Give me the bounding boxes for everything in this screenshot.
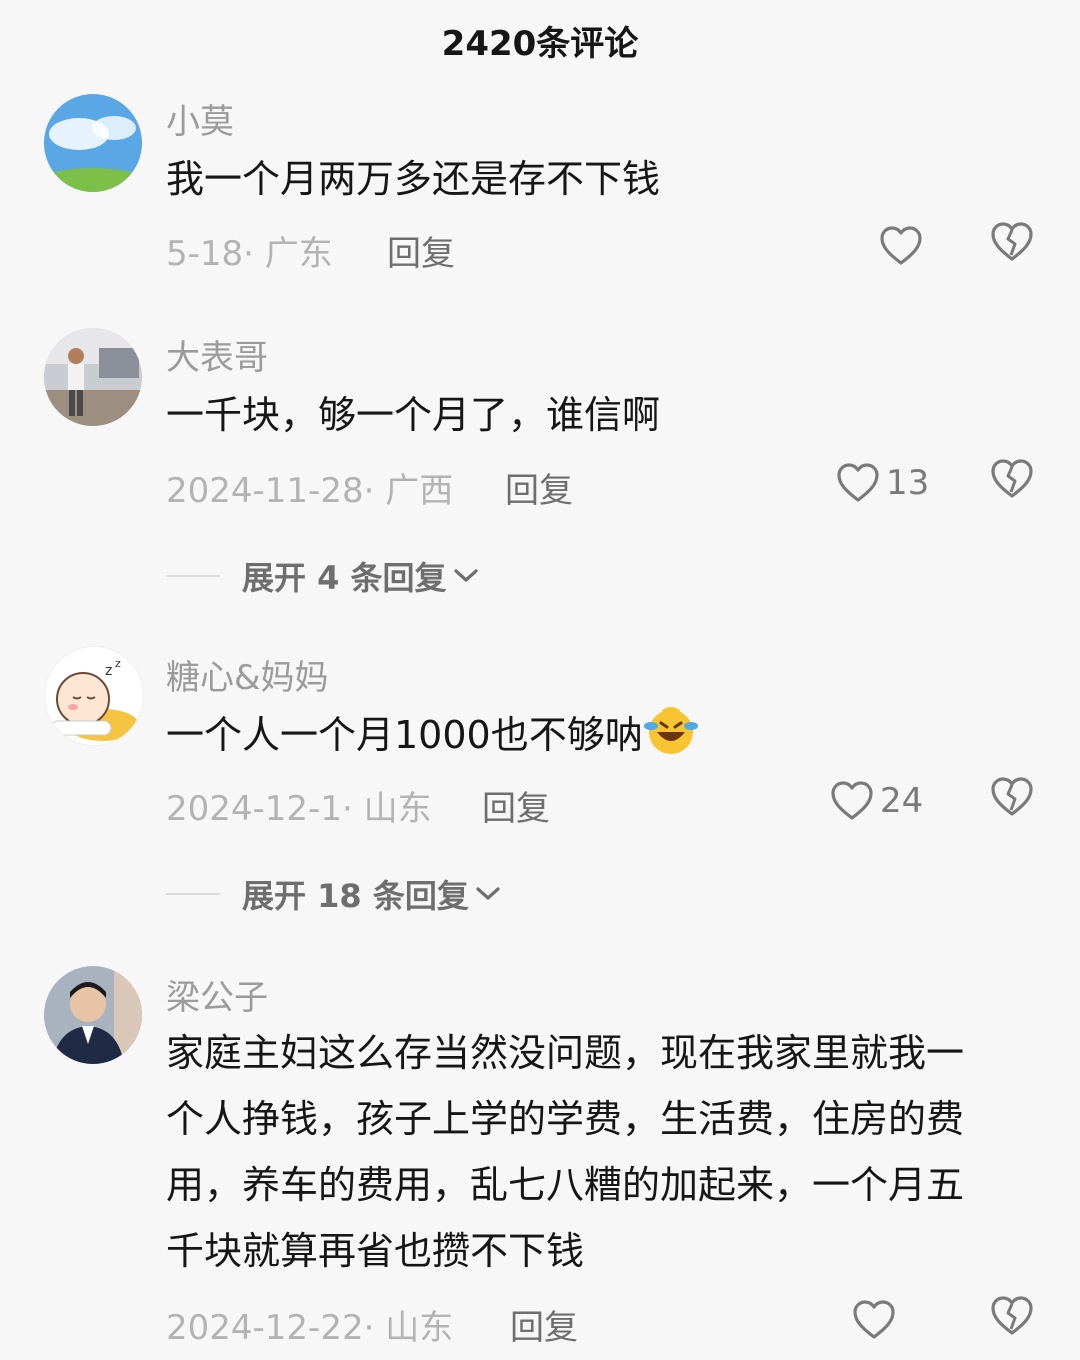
reply-button[interactable]: 回复 (482, 781, 550, 830)
heart-outline-icon (831, 781, 873, 820)
comment-meta: 2024-11-28· 广西 (166, 471, 454, 511)
avatar[interactable] (44, 94, 142, 192)
broken-heart-icon (991, 777, 1033, 816)
comment-text: 家庭主妇这么存当然没问题，现在我家里就我一个人挣钱，孩子上学的学费，生活费，住房… (166, 1031, 965, 1273)
heart-outline-icon (837, 463, 879, 502)
broken-heart-icon (991, 459, 1033, 498)
broken-heart-icon (991, 222, 1033, 261)
comment-meta: 2024-12-22· 山东 (166, 1308, 454, 1348)
divider (166, 893, 220, 895)
divider (166, 575, 220, 577)
comment-count-title: 2420条评论 (441, 24, 639, 64)
expand-replies-button[interactable]: 展开 4 条回复 (166, 554, 481, 598)
reply-button[interactable]: 回复 (510, 1300, 578, 1349)
heart-outline-icon (880, 226, 922, 265)
comment-author[interactable]: 梁公子 (166, 970, 268, 1019)
dislike-button[interactable] (990, 777, 1034, 821)
svg-text:z: z (105, 663, 112, 679)
heart-outline-icon (853, 1300, 895, 1339)
expand-replies-button[interactable]: 展开 18 条回复 (166, 872, 503, 916)
comment-author[interactable]: 大表哥 (166, 330, 268, 379)
svg-text:z: z (115, 657, 121, 670)
comment-author[interactable]: 糖心&妈妈 (166, 650, 329, 699)
comment-text: 我一个月两万多还是存不下钱 (166, 157, 661, 201)
avatar[interactable]: z z (44, 646, 144, 746)
rolling-laughing-emoji (643, 706, 699, 776)
like-button[interactable] (852, 1296, 902, 1344)
chevron-down-icon (453, 569, 478, 582)
comment-author[interactable]: 小莫 (166, 94, 234, 143)
like-count: 13 (886, 463, 930, 503)
dislike-button[interactable] (990, 222, 1034, 266)
comment-meta: 2024-12-1· 山东 (166, 789, 432, 829)
comments-header: 2420条评论 (0, 0, 1080, 90)
expand-replies-label: 展开 18 条回复 (242, 877, 469, 915)
reply-button[interactable]: 回复 (505, 463, 573, 512)
avatar[interactable] (44, 328, 142, 426)
comment-text: 一个人一个月1000也不够呐 (166, 702, 1006, 776)
dislike-button[interactable] (990, 1296, 1034, 1340)
reply-button[interactable]: 回复 (387, 226, 455, 275)
comment-text-content: 一个人一个月1000也不够呐 (166, 713, 643, 757)
like-button[interactable] (879, 222, 929, 270)
comment-text: 一千块，够一个月了，谁信啊 (166, 393, 661, 437)
like-button[interactable]: 24 (830, 777, 923, 825)
like-count: 24 (880, 781, 924, 821)
avatar[interactable] (44, 966, 142, 1064)
dislike-button[interactable] (990, 459, 1034, 503)
comment-meta: 5-18· 广东 (166, 234, 333, 274)
expand-replies-label: 展开 4 条回复 (242, 559, 447, 597)
like-button[interactable]: 13 (836, 459, 929, 507)
broken-heart-icon (991, 1296, 1033, 1335)
chevron-down-icon (476, 887, 500, 900)
